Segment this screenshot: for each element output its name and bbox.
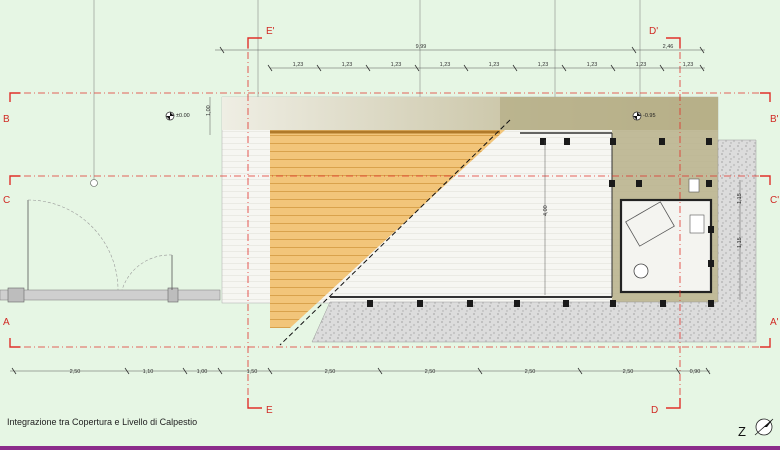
section-label-e: E xyxy=(266,405,273,416)
accent-bar xyxy=(0,446,780,450)
drawing-caption: Integrazione tra Copertura e Livello di … xyxy=(7,417,198,427)
dim-module-5: 1,23 xyxy=(489,62,500,68)
section-label-d-prime: D' xyxy=(649,26,658,37)
dim-module-8: 1,23 xyxy=(636,62,647,68)
dim-vertical-left: 1,00 xyxy=(206,105,212,116)
section-label-e-prime: E' xyxy=(266,26,275,37)
bottom-dimension-text: 2,50 1,10 1,00 1,50 2,50 2,50 2,50 2,50 … xyxy=(70,369,701,375)
section-label-b-right: B' xyxy=(770,114,779,125)
dim-module-3: 1,23 xyxy=(391,62,402,68)
dim-module-1: 1,23 xyxy=(293,62,304,68)
level-left-text: ±0.00 xyxy=(176,113,190,119)
dim-bottom-2: 1,10 xyxy=(143,369,154,375)
entrance-path xyxy=(0,199,221,303)
section-label-a-right: A' xyxy=(770,317,779,328)
dim-module-4: 1,23 xyxy=(440,62,451,68)
dim-bottom-4: 1,50 xyxy=(247,369,258,375)
dim-bottom-6: 2,50 xyxy=(425,369,436,375)
dim-module-9: 1,23 xyxy=(683,62,694,68)
dim-bottom-3: 1,00 xyxy=(197,369,208,375)
dim-vertical-right-top: 1,15 xyxy=(737,193,743,204)
level-marker-right: -0.95 xyxy=(632,111,656,121)
top-dimension-text: 9,99 2,46 1,23 1,23 1,23 1,23 1,23 1,23 … xyxy=(293,44,694,68)
section-label-a-left: A xyxy=(3,317,10,328)
dim-vertical-right-bottom: 1,15 xyxy=(737,237,743,248)
dim-vertical-center: 4,00 xyxy=(543,205,549,216)
top-dimension-lines xyxy=(215,49,705,69)
level-marker-left: ±0.00 xyxy=(165,111,190,121)
plan-drawing-area: B B' C C' A A' E' D' E D 9,99 2,46 1,23 … xyxy=(0,0,780,450)
dim-bottom-7: 2,50 xyxy=(525,369,536,375)
dim-bottom-9: 0,90 xyxy=(690,369,701,375)
dim-module-6: 1,23 xyxy=(538,62,549,68)
dim-module-7: 1,23 xyxy=(587,62,598,68)
dim-overall: 9,99 xyxy=(416,44,427,50)
floor-plan-svg: B B' C C' A A' E' D' E D 9,99 2,46 1,23 … xyxy=(0,0,779,439)
section-label-d: D xyxy=(651,405,658,416)
dim-module-2: 1,23 xyxy=(342,62,353,68)
section-label-c-right: C' xyxy=(770,195,779,206)
level-right-text: -0.95 xyxy=(643,113,656,119)
section-label-c-left: C xyxy=(3,195,10,206)
north-label: Z xyxy=(738,424,746,439)
dim-bottom-1: 2,50 xyxy=(70,369,81,375)
dim-bottom-8: 2,50 xyxy=(623,369,634,375)
section-label-b-left: B xyxy=(3,114,10,125)
north-arrow-icon: Z xyxy=(738,418,774,439)
dim-overall-right: 2,46 xyxy=(663,44,674,50)
dim-bottom-5: 2,50 xyxy=(325,369,336,375)
